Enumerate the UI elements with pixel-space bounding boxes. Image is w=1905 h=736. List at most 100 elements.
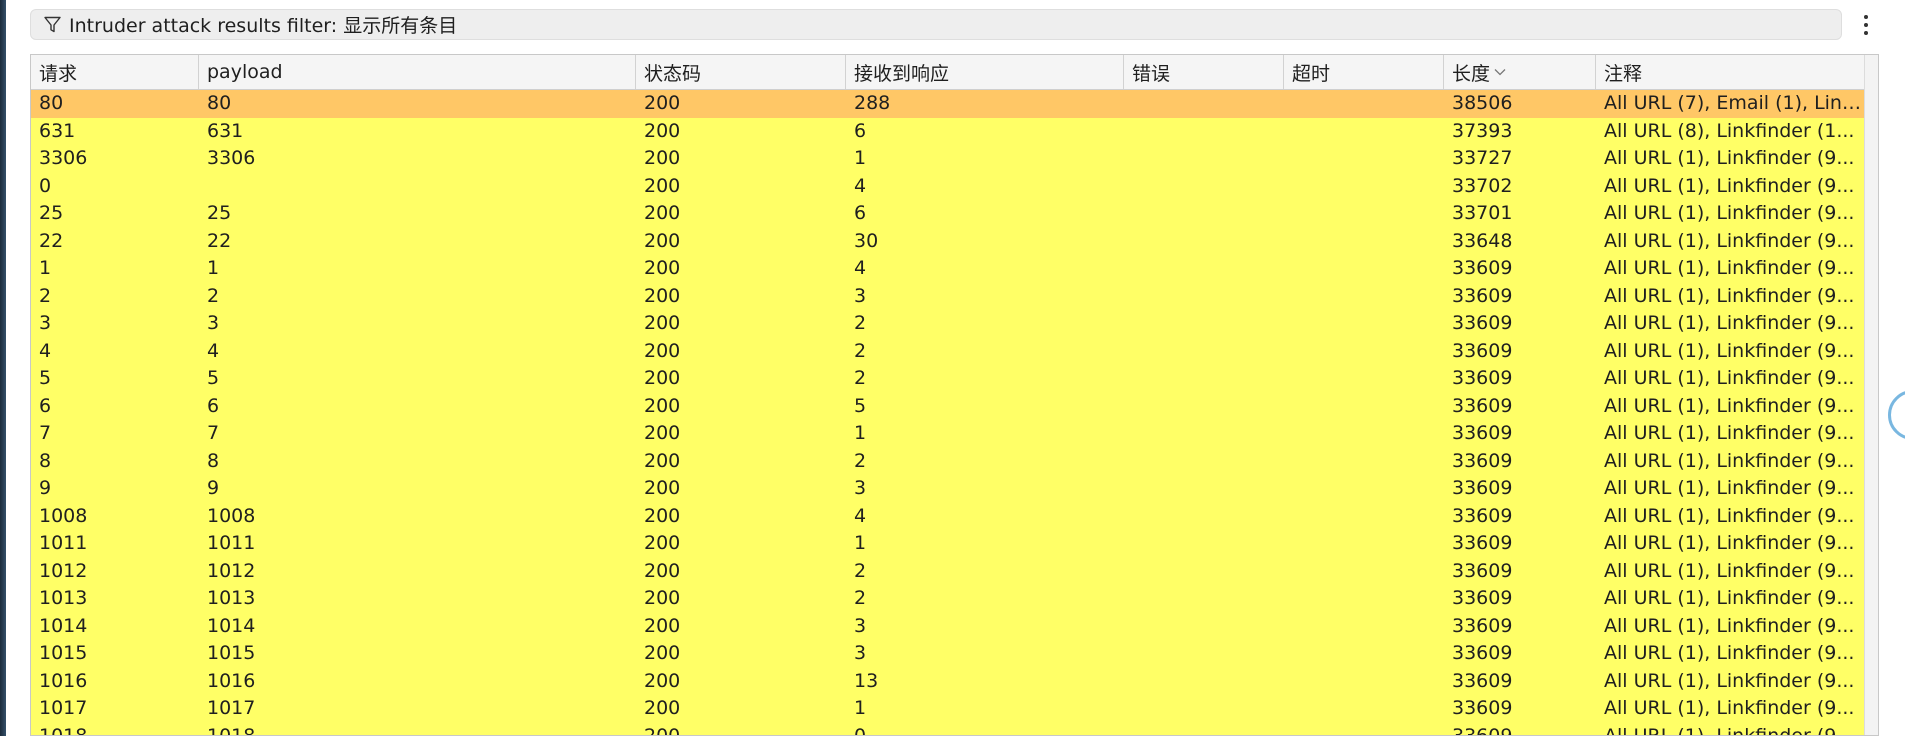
table-row[interactable]: 1008 1008 200 4 33609 All URL (1), Linkfinder… [31, 502, 1865, 530]
cell-length: 33609 [1452, 367, 1513, 389]
cell-timeout [1284, 310, 1444, 338]
cell-status: 200 [644, 174, 681, 197]
cell-request: 3306 [39, 147, 88, 169]
cell-received: 3 [854, 614, 867, 637]
cell-payload: 631 [207, 119, 244, 142]
table-row[interactable]: 3306 3306 200 1 33727 All URL (1), Linkfinder… [31, 145, 1865, 173]
cell-comment: All URL (1), Linkfinder (9... [1604, 614, 1855, 637]
table-row[interactable]: 1 1 200 4 33609 All URL (1), Linkfinder (9... [31, 255, 1865, 283]
cell-request: 1008 [39, 504, 88, 527]
cell-status: 200 [644, 504, 681, 527]
cell-payload: 1018 [207, 724, 256, 736]
table-row[interactable]: 1016 1016 200 13 33609 All URL (1), Linkfinde… [31, 667, 1865, 695]
cell-status: 200 [644, 147, 681, 169]
cell-length: 38506 [1452, 92, 1513, 114]
cell-request: 25 [39, 202, 64, 224]
cell-received: 0 [854, 724, 867, 736]
cell-received: 6 [854, 119, 867, 142]
cell-request: 5 [39, 367, 52, 389]
cell-received: 2 [854, 587, 867, 609]
cell-received: 3 [854, 284, 867, 307]
cell-request: 1 [39, 257, 52, 279]
cell-payload: 1015 [207, 642, 256, 664]
table-row[interactable]: 1017 1017 200 1 33609 All URL (1), Linkfinder… [31, 695, 1865, 723]
cell-comment: All URL (1), Linkfinder (9... [1604, 504, 1855, 527]
cell-error [1124, 640, 1284, 668]
cell-received: 1 [854, 532, 867, 554]
cell-length: 33609 [1452, 394, 1513, 417]
column-header-error[interactable]: 错误 [1124, 55, 1284, 89]
column-header-timeout[interactable]: 超时 [1284, 55, 1444, 89]
table-row[interactable]: 6 6 200 5 33609 All URL (1), Linkfinder (9... [31, 392, 1865, 420]
table-row[interactable]: 5 5 200 2 33609 All URL (1), Linkfinder (9... [31, 365, 1865, 393]
column-header-received[interactable]: 接收到响应 [846, 55, 1124, 89]
cell-status: 200 [644, 449, 681, 472]
cell-payload: 6 [207, 394, 220, 417]
table-row[interactable]: 1015 1015 200 3 33609 All URL (1), Linkfinder… [31, 640, 1865, 668]
cell-payload: 1 [207, 257, 220, 279]
cell-status: 200 [644, 394, 681, 417]
table-row[interactable]: 2 2 200 3 33609 All URL (1), Linkfinder (9... [31, 282, 1865, 311]
results-filter-bar[interactable]: Intruder attack results filter: 显示所有条目 [30, 9, 1842, 40]
cell-payload: 8 [207, 449, 220, 472]
cell-comment: All URL (1), Linkfinder (9... [1604, 284, 1855, 307]
cell-length: 33609 [1452, 669, 1513, 692]
cell-status: 200 [644, 614, 681, 637]
cell-status: 200 [644, 669, 681, 692]
cell-timeout [1284, 118, 1444, 146]
table-row[interactable]: 631 631 200 6 37393 All URL (8), Linkfinder (… [31, 117, 1865, 146]
table-row[interactable]: 25 25 200 6 33701 All URL (1), Linkfinder (9.… [31, 200, 1865, 228]
column-header-request[interactable]: 请求 [31, 55, 199, 89]
cell-payload: 2 [207, 284, 220, 307]
table-row[interactable]: 1011 1011 200 1 33609 All URL (1), Linkfinder… [31, 530, 1865, 558]
floating-assistant-icon[interactable] [1888, 390, 1905, 440]
cell-status: 200 [644, 477, 681, 499]
table-row[interactable]: 3 3 200 2 33609 All URL (1), Linkfinder (9... [31, 310, 1865, 338]
cell-received: 13 [854, 669, 879, 692]
cell-timeout [1284, 613, 1444, 641]
cell-comment: All URL (1), Linkfinder (9... [1604, 669, 1855, 692]
table-row[interactable]: 1013 1013 200 2 33609 All URL (1), Linkfinder… [31, 585, 1865, 613]
column-header-status[interactable]: 状态码 [636, 55, 846, 89]
table-row[interactable]: 80 80 200 288 38506 All URL (7), Email (1), L… [31, 90, 1865, 118]
cell-comment: All URL (1), Linkfinder (9... [1604, 257, 1855, 279]
cell-received: 1 [854, 697, 867, 719]
cell-payload: 25 [207, 202, 232, 224]
table-row[interactable]: 8 8 200 2 33609 All URL (1), Linkfinder (9... [31, 447, 1865, 476]
vertical-scrollbar[interactable] [1864, 55, 1878, 735]
column-header-payload[interactable]: payload [199, 55, 636, 89]
cell-request: 3 [39, 312, 52, 334]
cell-payload: 22 [207, 229, 232, 252]
cell-timeout [1284, 558, 1444, 586]
cell-received: 3 [854, 477, 867, 499]
cell-comment: All URL (1), Linkfinder (9... [1604, 174, 1855, 197]
more-options-icon[interactable] [1854, 12, 1878, 38]
cell-request: 1014 [39, 614, 88, 637]
table-row[interactable]: 4 4 200 2 33609 All URL (1), Linkfinder (9... [31, 337, 1865, 365]
table-body: 80 80 200 288 38506 All URL (7), Email (1), L… [31, 90, 1865, 736]
cell-received: 4 [854, 174, 867, 197]
table-row[interactable]: 9 9 200 3 33609 All URL (1), Linkfinder (9... [31, 475, 1865, 503]
cell-status: 200 [644, 367, 681, 389]
table-row[interactable]: 7 7 200 1 33609 All URL (1), Linkfinder (9... [31, 420, 1865, 448]
results-table: 请求 payload 状态码 接收到响应 错误 超时 长度 注释 80 80 200… [30, 54, 1879, 736]
table-row[interactable]: 0 200 4 33702 All URL (1), Linkfinder (9... [31, 172, 1865, 201]
cell-payload [199, 173, 636, 201]
table-row[interactable]: 1012 1012 200 2 33609 All URL (1), Linkfinder… [31, 557, 1865, 586]
table-row[interactable]: 22 22 200 30 33648 All URL (1), Linkfinder (9… [31, 227, 1865, 255]
cell-comment: All URL (1), Linkfinder (9... [1604, 147, 1855, 169]
cell-error [1124, 448, 1284, 476]
cell-comment: All URL (1), Linkfinder (9... [1604, 422, 1855, 444]
cell-request: 1012 [39, 559, 88, 582]
cell-payload: 1013 [207, 587, 256, 609]
cell-error [1124, 283, 1284, 311]
cell-length: 33609 [1452, 422, 1513, 444]
column-header-comment[interactable]: 注释 [1596, 55, 1865, 89]
table-row[interactable]: 1018 1018 200 0 33609 All URL (1), Linkfinder… [31, 722, 1865, 736]
cell-payload: 3306 [207, 147, 256, 169]
table-row[interactable]: 1014 1014 200 3 33609 All URL (1), Linkfinder… [31, 612, 1865, 641]
column-header-length[interactable]: 长度 [1444, 55, 1596, 89]
cell-status: 200 [644, 724, 681, 736]
cell-comment: All URL (1), Linkfinder (9... [1604, 229, 1855, 252]
cell-timeout [1284, 695, 1444, 723]
